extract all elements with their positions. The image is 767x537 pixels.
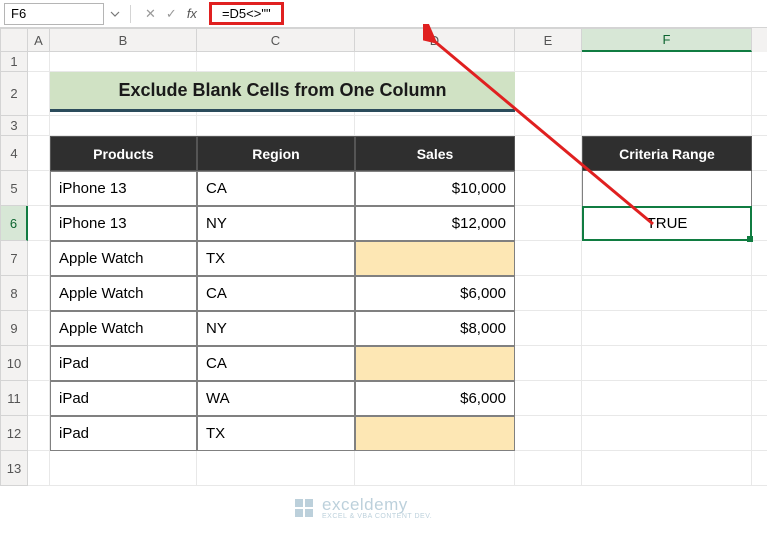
table-header-sales: Sales [355,136,515,171]
row-header-13[interactable]: 13 [0,451,28,486]
cell-product[interactable]: iPad [50,346,197,381]
table-row[interactable]: iPad TX [50,416,515,451]
fx-icon[interactable]: fx [187,6,197,21]
cell-product[interactable]: Apple Watch [50,276,197,311]
cell-region[interactable]: WA [197,381,355,416]
cell-region[interactable]: CA [197,276,355,311]
watermark: exceldemy EXCEL & VBA CONTENT DEV. [292,496,432,520]
row-header-3[interactable]: 3 [0,116,28,136]
cell-region[interactable]: NY [197,206,355,241]
formula-bar: F6 ✕ ✓ fx =D5<>"" [0,0,767,28]
col-header-F[interactable]: F [582,28,752,52]
cell-product[interactable]: iPad [50,381,197,416]
table-row[interactable]: iPad WA $6,000 [50,381,515,416]
cell-sales[interactable]: $6,000 [355,381,515,416]
select-all-corner[interactable] [0,28,28,52]
watermark-tagline: EXCEL & VBA CONTENT DEV. [322,513,432,520]
cell-sales[interactable] [355,241,515,276]
criteria-range: Criteria Range TRUE [582,136,752,241]
cell-sales[interactable] [355,416,515,451]
row-header-12[interactable]: 12 [0,416,28,451]
cell-product[interactable]: iPhone 13 [50,171,197,206]
row-header-7[interactable]: 7 [0,241,28,276]
watermark-brand: exceldemy [322,496,432,513]
cell-region[interactable]: NY [197,311,355,346]
table-header-region: Region [197,136,355,171]
watermark-logo-icon [292,496,316,520]
criteria-header: Criteria Range [582,136,752,171]
table-row[interactable]: Apple Watch NY $8,000 [50,311,515,346]
table-row[interactable]: iPhone 13 NY $12,000 [50,206,515,241]
row-header-9[interactable]: 9 [0,311,28,346]
row-header-8[interactable]: 8 [0,276,28,311]
spreadsheet-grid: A B C D E F 1 2 3 4 5 6 7 8 9 10 11 12 1… [0,28,767,486]
data-table: Products Region Sales iPhone 13 CA $10,0… [50,136,515,451]
accept-formula-icon[interactable]: ✓ [166,6,177,22]
table-header-products: Products [50,136,197,171]
cell-region[interactable]: TX [197,241,355,276]
cell-sales[interactable]: $8,000 [355,311,515,346]
table-row[interactable]: iPad CA [50,346,515,381]
col-header-E[interactable]: E [515,28,582,52]
row-headers: 1 2 3 4 5 6 7 8 9 10 11 12 13 [0,52,28,486]
chevron-down-icon[interactable] [106,9,124,19]
table-row[interactable]: Apple Watch TX [50,241,515,276]
cell-sales[interactable]: $10,000 [355,171,515,206]
cell-region[interactable]: CA [197,346,355,381]
row-header-1[interactable]: 1 [0,52,28,72]
cell-sales[interactable]: $6,000 [355,276,515,311]
column-headers: A B C D E F [0,28,767,52]
name-box[interactable]: F6 [4,3,104,25]
table-row[interactable]: Apple Watch CA $6,000 [50,276,515,311]
cell-sales[interactable] [355,346,515,381]
row-header-6[interactable]: 6 [0,206,28,241]
row-header-5[interactable]: 5 [0,171,28,206]
row-header-11[interactable]: 11 [0,381,28,416]
cell-product[interactable]: iPad [50,416,197,451]
col-header-A[interactable]: A [28,28,50,52]
table-row[interactable]: iPhone 13 CA $10,000 [50,171,515,206]
cell-product[interactable]: iPhone 13 [50,206,197,241]
cell-region[interactable]: CA [197,171,355,206]
cell-region[interactable]: TX [197,416,355,451]
row-header-4[interactable]: 4 [0,136,28,171]
col-header-B[interactable]: B [50,28,197,52]
cancel-formula-icon[interactable]: ✕ [145,6,156,22]
cells-area[interactable]: Exclude Blank Cells from One Column Prod… [28,52,767,486]
cell-sales[interactable]: $12,000 [355,206,515,241]
formula-input[interactable]: =D5<>"" [216,4,277,23]
col-header-C[interactable]: C [197,28,355,52]
title-banner: Exclude Blank Cells from One Column [50,72,515,112]
cell-product[interactable]: Apple Watch [50,311,197,346]
criteria-blank-cell[interactable] [582,171,752,206]
col-header-D[interactable]: D [355,28,515,52]
row-header-10[interactable]: 10 [0,346,28,381]
cell-product[interactable]: Apple Watch [50,241,197,276]
criteria-value-cell[interactable]: TRUE [582,206,752,241]
row-header-2[interactable]: 2 [0,72,28,116]
